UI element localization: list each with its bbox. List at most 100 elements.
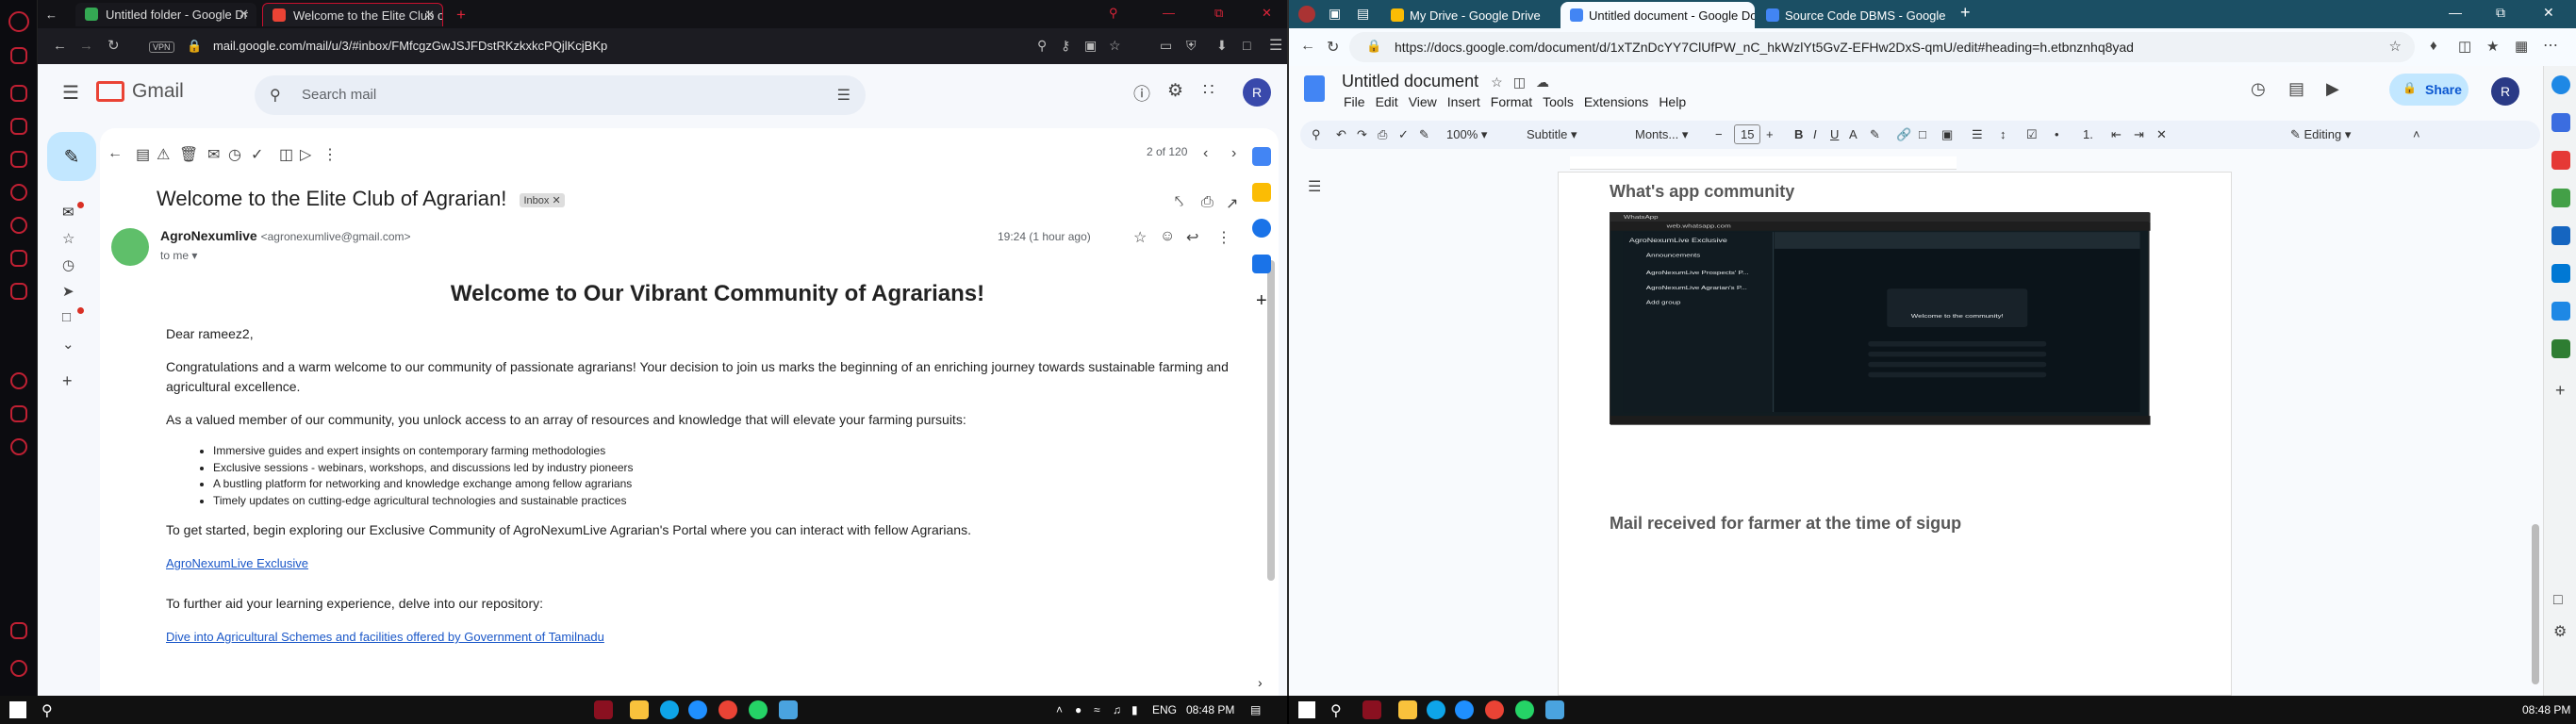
drop-icon[interactable] bbox=[2551, 302, 2570, 321]
games-icon[interactable] bbox=[2551, 189, 2570, 207]
add-label-icon[interactable]: + bbox=[62, 371, 81, 390]
redo-icon[interactable]: ↷ bbox=[1357, 127, 1367, 142]
back-arrow-icon[interactable]: ← bbox=[107, 145, 123, 162]
browser-taskbar-icon[interactable] bbox=[688, 700, 707, 719]
extensions-icon[interactable]: ♦ bbox=[2430, 38, 2437, 54]
clock[interactable]: 08:48 PM bbox=[2522, 703, 2570, 716]
sent-icon[interactable]: ➤ bbox=[62, 283, 81, 300]
favorites-icon[interactable]: ★ bbox=[2486, 38, 2499, 55]
telegram-icon[interactable] bbox=[10, 250, 27, 267]
snapshot-icon[interactable]: □ bbox=[1243, 38, 1250, 53]
settings-more-icon[interactable]: ⋯ bbox=[2543, 36, 2558, 55]
older-icon[interactable]: › bbox=[1231, 145, 1236, 162]
lock-icon[interactable]: 🔒 bbox=[187, 39, 202, 53]
start-icon[interactable] bbox=[9, 701, 26, 718]
whatsapp-taskbar-icon[interactable] bbox=[1515, 700, 1534, 719]
tab-actions-icon[interactable]: ▤ bbox=[1357, 6, 1369, 22]
tab-gmail[interactable]: Welcome to the Elite Club o ✕ bbox=[262, 3, 443, 26]
menu-view[interactable]: View bbox=[1409, 94, 1437, 109]
inbox-label-chip[interactable]: Inbox ✕ bbox=[520, 192, 565, 207]
search-tabs-icon[interactable]: ⚲ bbox=[1103, 3, 1128, 26]
bag-icon[interactable] bbox=[10, 85, 27, 102]
network-icon[interactable]: ● bbox=[1075, 703, 1082, 716]
back-icon[interactable]: ← bbox=[1300, 38, 1315, 55]
italic-icon[interactable]: I bbox=[1813, 127, 1817, 141]
minimize-button[interactable]: — bbox=[2449, 5, 2462, 20]
image-icon[interactable]: ▣ bbox=[1941, 127, 1953, 142]
opera-taskbar-icon[interactable] bbox=[1362, 700, 1381, 719]
settings-gear-icon[interactable]: ⚙ bbox=[1167, 80, 1183, 102]
compose-button[interactable]: ✎ bbox=[47, 132, 96, 181]
instagram-icon[interactable] bbox=[10, 118, 27, 135]
chrome-taskbar-icon[interactable] bbox=[718, 700, 737, 719]
link-icon[interactable]: 🔗 bbox=[1896, 127, 1911, 142]
zoom-select[interactable]: 100% ▾ bbox=[1446, 127, 1487, 142]
avatar[interactable]: R bbox=[1243, 78, 1271, 107]
expand-panel-icon[interactable]: › bbox=[1258, 675, 1263, 690]
indent-decrease-icon[interactable]: ⇤ bbox=[2111, 127, 2122, 142]
document-page[interactable]: What's app community WhatsApp web.whatsa… bbox=[1558, 172, 2232, 696]
add-app-icon[interactable]: + bbox=[1256, 290, 1267, 312]
highlight-icon[interactable]: ✎ bbox=[1870, 127, 1880, 142]
forward-icon[interactable]: → bbox=[79, 38, 93, 54]
copilot-icon[interactable] bbox=[2551, 75, 2570, 94]
delete-icon[interactable]: 🗑 bbox=[179, 145, 198, 164]
line-spacing-icon[interactable]: ↕ bbox=[2000, 127, 2006, 141]
search-icon[interactable]: ⚲ bbox=[1037, 38, 1047, 54]
tools-icon[interactable] bbox=[2551, 151, 2570, 170]
wallet-icon[interactable]: ▭ bbox=[1160, 38, 1172, 54]
style-select[interactable]: Subtitle ▾ bbox=[1527, 127, 1577, 142]
gmail-brand[interactable]: Gmail bbox=[132, 80, 184, 103]
back-tab-icon[interactable]: ← bbox=[38, 3, 66, 26]
emoji-icon[interactable]: ☺ bbox=[1160, 228, 1175, 245]
docs-logo-icon[interactable] bbox=[1304, 75, 1325, 102]
key-icon[interactable]: ⚷ bbox=[1061, 38, 1070, 54]
apps-grid-icon[interactable]: ∷ bbox=[1203, 80, 1214, 100]
home-icon[interactable] bbox=[10, 47, 27, 64]
opera-logo-icon[interactable] bbox=[8, 11, 29, 32]
menu-help[interactable]: Help bbox=[1659, 94, 1686, 109]
add-task-icon[interactable]: ✓ bbox=[251, 145, 263, 164]
url-field[interactable]: VPN 🔒 mail.google.com/mail/u/3/#inbox/FM… bbox=[141, 34, 1141, 58]
collapse-icon[interactable]: ⤣ bbox=[1175, 194, 1183, 211]
sidebar-toggle-icon[interactable] bbox=[10, 622, 27, 639]
photos-taskbar-icon[interactable] bbox=[1545, 700, 1564, 719]
checklist-icon[interactable]: ☑ bbox=[2026, 127, 2038, 142]
split-screen-icon[interactable]: ◫ bbox=[2458, 38, 2471, 55]
battery-icon[interactable]: ▮ bbox=[1131, 703, 1138, 716]
search-input[interactable]: ⚲ Search mail ☰ bbox=[255, 75, 866, 115]
underline-icon[interactable]: U bbox=[1830, 127, 1839, 141]
search-icon[interactable]: ⚲ bbox=[270, 86, 281, 105]
close-window-button[interactable]: ✕ bbox=[2543, 5, 2554, 21]
avatar[interactable]: R bbox=[2491, 77, 2519, 106]
search-icon[interactable]: ⚲ bbox=[41, 701, 53, 720]
whatsapp-taskbar-icon[interactable] bbox=[749, 700, 768, 719]
archive-icon[interactable]: ▤ bbox=[136, 145, 150, 164]
font-select[interactable]: Monts... ▾ bbox=[1635, 127, 1688, 142]
text-color-icon[interactable]: A bbox=[1849, 127, 1858, 141]
star-icon[interactable]: ☆ bbox=[1133, 228, 1147, 247]
calendar-icon[interactable] bbox=[1252, 147, 1271, 166]
close-icon[interactable]: ✕ bbox=[239, 7, 249, 22]
tab-untitled-doc[interactable]: Untitled document - Google Do bbox=[1560, 2, 1755, 28]
collapse-menus-icon[interactable]: ˄ bbox=[2413, 127, 2420, 141]
volume-icon[interactable]: ♫ bbox=[1113, 703, 1121, 716]
maximize-button[interactable]: ⧉ bbox=[1207, 3, 1231, 26]
music-icon[interactable] bbox=[10, 283, 27, 300]
schemes-link[interactable]: Dive into Agricultural Schemes and facil… bbox=[166, 630, 604, 644]
collections-icon[interactable]: ▦ bbox=[2515, 38, 2528, 55]
more-chevron-icon[interactable]: ⌄ bbox=[62, 336, 81, 353]
hide-sidebar-icon[interactable]: □ bbox=[2553, 592, 2563, 609]
opera-taskbar-icon[interactable] bbox=[594, 700, 613, 719]
menu-extensions[interactable]: Extensions bbox=[1584, 94, 1648, 109]
filter-icon[interactable]: ☰ bbox=[837, 86, 850, 105]
help-icon[interactable]: ⓘ bbox=[1133, 81, 1150, 106]
back-icon[interactable]: ← bbox=[53, 38, 67, 54]
camera-icon[interactable]: ▣ bbox=[1084, 38, 1097, 54]
tab-source-code[interactable]: Source Code DBMS - Google Do bbox=[1757, 2, 1949, 28]
comments-icon[interactable]: ▤ bbox=[2288, 79, 2304, 99]
star-icon[interactable]: ☆ bbox=[1491, 74, 1503, 90]
editing-mode-select[interactable]: ✎ Editing ▾ bbox=[2290, 127, 2351, 142]
search-icon[interactable]: ⚲ bbox=[1330, 701, 1342, 720]
snooze-icon[interactable]: ◷ bbox=[228, 145, 241, 164]
